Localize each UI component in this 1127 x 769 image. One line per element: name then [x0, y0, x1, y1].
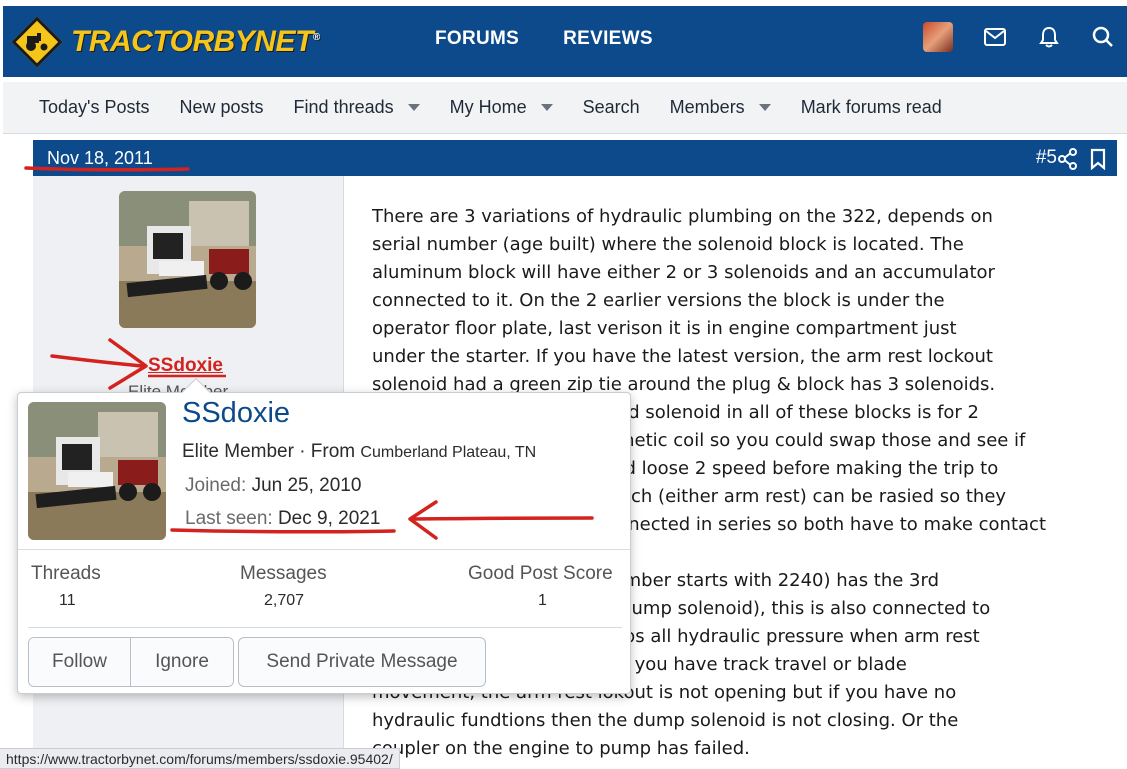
sub-nav: Today's Posts New posts Find threads My … [3, 82, 1127, 134]
mail-icon[interactable] [983, 25, 1007, 49]
bell-icon[interactable] [1037, 25, 1061, 49]
user-avatar-photo[interactable] [119, 191, 256, 328]
stat-good-post-score: Good Post Score 1 [468, 563, 613, 609]
member-title-line: Elite Member · From Cumberland Plateau, … [182, 441, 536, 463]
search-icon[interactable] [1091, 25, 1115, 49]
ignore-button[interactable]: Ignore [131, 638, 233, 686]
subnav-new-posts[interactable]: New posts [180, 97, 264, 118]
chevron-down-icon[interactable] [407, 104, 420, 111]
site-header: TRACTORBYNET® FORUMS REVIEWS [0, 0, 1127, 82]
subnav-todays-posts[interactable]: Today's Posts [39, 97, 150, 118]
user-avatar[interactable] [923, 22, 953, 52]
nav-forums[interactable]: FORUMS [435, 28, 519, 50]
last-seen-label: Last seen: [185, 508, 273, 529]
share-icon[interactable] [1057, 148, 1077, 170]
post-date[interactable]: Nov 18, 2011 [47, 148, 153, 169]
member-location: Cumberland Plateau, TN [360, 444, 537, 461]
divider [28, 627, 622, 628]
header-icons [923, 22, 1115, 52]
joined-label: Joined: [185, 475, 247, 496]
subnav-mark-forums-read[interactable]: Mark forums read [801, 97, 942, 118]
member-stats: Threads 11 Messages 2,707 Good Post Scor… [18, 563, 630, 623]
follow-button[interactable]: Follow [29, 638, 131, 686]
stat-messages[interactable]: Messages 2,707 [240, 563, 327, 610]
post-number[interactable]: #5 [1036, 147, 1057, 169]
post-header: Nov 18, 2011 #5 [33, 140, 1117, 176]
member-last-seen: Last seen: Dec 9, 2021 [185, 508, 380, 530]
header-bar: TRACTORBYNET® FORUMS REVIEWS [3, 6, 1127, 77]
member-joined: Joined: Jun 25, 2010 [185, 475, 361, 497]
member-from-label: · From [299, 441, 356, 462]
divider [18, 549, 630, 550]
site-logo[interactable]: TRACTORBYNET® [11, 16, 320, 68]
subnav-my-home[interactable]: My Home [450, 97, 553, 118]
subnav-members[interactable]: Members [670, 97, 771, 118]
nav-reviews[interactable]: REVIEWS [563, 28, 653, 50]
logo-text: TRACTORBYNET® [71, 25, 320, 58]
chevron-down-icon[interactable] [758, 104, 771, 111]
chevron-down-icon[interactable] [540, 104, 553, 111]
browser-status-bar: https://www.tractorbynet.com/forums/memb… [0, 748, 400, 769]
tractor-logo-icon [11, 16, 63, 68]
subnav-search[interactable]: Search [583, 97, 640, 118]
subnav-find-threads[interactable]: Find threads [294, 97, 420, 118]
stat-threads[interactable]: Threads 11 [31, 563, 101, 610]
follow-ignore-group: Follow Ignore [28, 637, 234, 687]
send-private-message-button[interactable]: Send Private Message [238, 637, 486, 687]
joined-date: Jun 25, 2010 [251, 475, 362, 496]
member-name[interactable]: SSdoxie [182, 397, 290, 430]
member-tooltip: SSdoxie Elite Member · From Cumberland P… [17, 377, 631, 694]
bookmark-icon[interactable] [1089, 148, 1107, 171]
member-avatar[interactable] [28, 402, 166, 540]
last-seen-date: Dec 9, 2021 [277, 508, 381, 529]
main-nav: FORUMS REVIEWS [435, 28, 653, 50]
member-title: Elite Member [182, 441, 294, 462]
post-username-link[interactable]: SSdoxie [148, 355, 223, 377]
